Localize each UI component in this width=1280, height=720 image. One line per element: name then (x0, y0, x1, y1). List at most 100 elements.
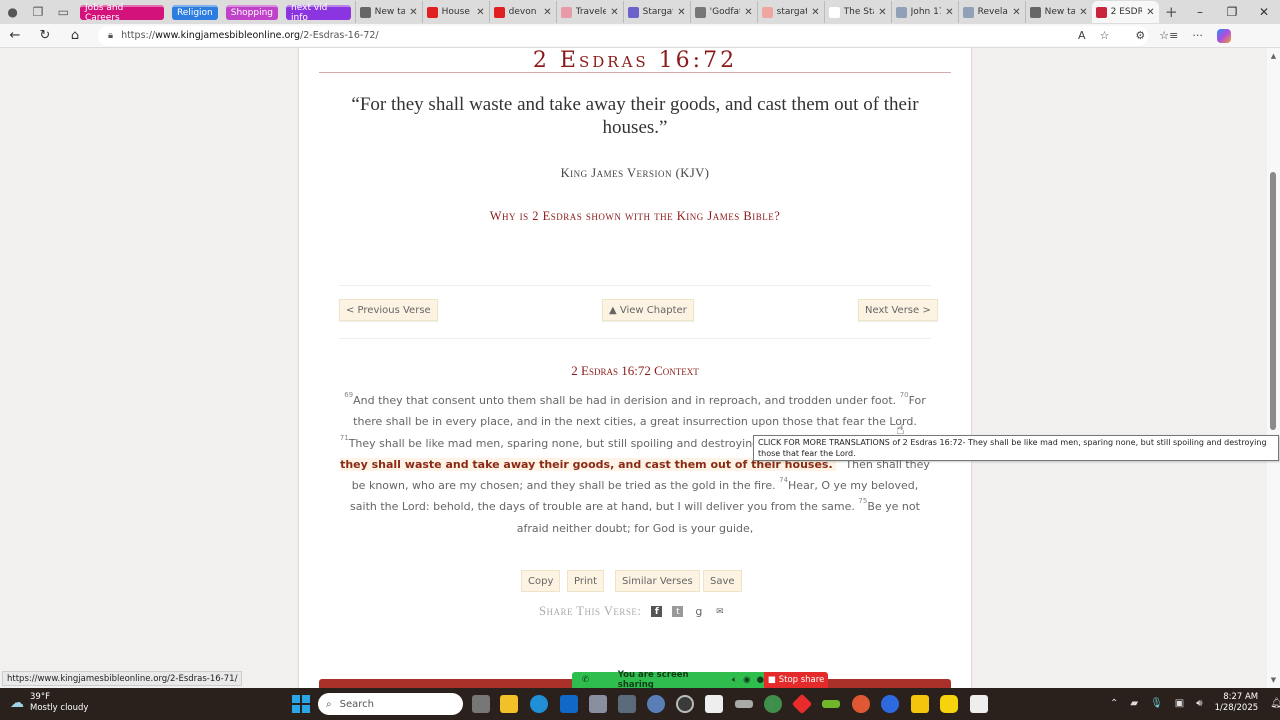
twitter-icon[interactable]: t (672, 606, 684, 617)
notepad-icon[interactable] (970, 695, 988, 713)
calculator-icon[interactable] (618, 695, 636, 713)
capcut-icon[interactable] (705, 695, 723, 713)
verse-number[interactable]: 75 (858, 497, 867, 505)
start-button[interactable] (292, 695, 310, 713)
device-icon[interactable] (735, 700, 753, 708)
scrollbar-thumb[interactable] (1270, 172, 1276, 430)
app-icon[interactable] (764, 695, 782, 713)
verse-number[interactable]: 70 (900, 391, 909, 399)
facebook-icon[interactable]: f (651, 606, 663, 617)
tab-group-jobs-and-careers[interactable]: Jobs and Careers (79, 3, 164, 23)
camera-icon[interactable] (589, 695, 607, 713)
previous-verse-button[interactable]: < Previous Verse (339, 299, 438, 321)
browser-tab[interactable]: The Sta✕ (823, 1, 891, 23)
close-tab-icon[interactable]: ✕ (945, 7, 953, 18)
next-verse-button[interactable]: Next Verse > (858, 299, 938, 321)
shield-icon[interactable]: ● (757, 675, 764, 685)
back-button[interactable]: ← (0, 28, 30, 43)
close-tab-icon[interactable]: ✕ (476, 7, 484, 18)
browser-tab[interactable]: New tab✕ (1024, 1, 1092, 23)
copy-button[interactable]: Copy (521, 570, 561, 592)
similar-verses-button[interactable]: Similar Verses (615, 570, 700, 592)
browser-tab[interactable]: Traveler✕ (555, 1, 623, 23)
close-tab-icon[interactable]: ✕ (409, 7, 417, 18)
tab-group-next-vid-info[interactable]: next vid info (286, 3, 351, 23)
outlook-icon[interactable] (560, 695, 578, 713)
copilot-icon[interactable] (1216, 28, 1231, 43)
close-tab-icon[interactable]: ✕ (1146, 7, 1154, 18)
close-tab-icon[interactable]: ✕ (811, 7, 819, 18)
zoom-icon[interactable] (881, 695, 899, 713)
restore-button[interactable]: ❐ (1216, 5, 1248, 19)
verse-number[interactable]: 69 (344, 391, 353, 399)
lock-icon[interactable]: 🔒︎ (108, 30, 113, 41)
context-verse[interactable]: 69And they that consent unto them shall … (344, 391, 899, 407)
browser-tab[interactable]: devon ✕ (488, 1, 556, 23)
tab-actions-icon[interactable]: ▭ (51, 1, 76, 23)
email-icon[interactable]: ✉ (714, 606, 725, 617)
tab-group-shopping[interactable]: Shopping (225, 4, 279, 20)
minimize-button[interactable]: – (1184, 5, 1216, 19)
close-tab-icon[interactable]: ✕ (744, 7, 752, 18)
todo-icon[interactable] (940, 695, 958, 713)
task-view-icon[interactable] (472, 695, 490, 713)
show-hidden-icons[interactable]: ⌃ (1110, 698, 1118, 709)
workspaces-icon[interactable]: ❐ (25, 1, 50, 23)
browser-tab[interactable]: Revelat ✕ (957, 1, 1025, 23)
stop-share-button[interactable]: ■ Stop share (764, 672, 828, 688)
why-esdras-link[interactable]: Why is 2 Esdras shown with the King Jame… (299, 209, 971, 224)
taskbar-search[interactable]: ⌕ Search (318, 693, 463, 715)
extensions-icon[interactable]: ⚙ (1135, 29, 1145, 42)
verse-number[interactable]: 74 (779, 476, 788, 484)
microphone-icon[interactable]: 🎙︎ (1150, 698, 1163, 709)
read-aloud-icon[interactable]: A (1078, 29, 1086, 42)
close-tab-icon[interactable]: ✕ (1012, 7, 1020, 18)
clock[interactable]: 8:27 AM 1/28/2025 (1215, 692, 1259, 714)
close-tab-icon[interactable]: ✕ (677, 7, 685, 18)
weather-widget[interactable]: ☁ 39°F Mostly cloudy (10, 692, 88, 714)
print-button[interactable]: Print (567, 570, 605, 592)
edge-icon[interactable] (530, 695, 548, 713)
close-tab-icon[interactable]: ✕ (610, 7, 618, 18)
save-button[interactable]: Save (703, 570, 742, 592)
new-tab-button[interactable]: + (1159, 1, 1184, 23)
app-diamond-icon[interactable] (791, 693, 813, 715)
browser-tab[interactable]: stargate✕ (756, 1, 824, 23)
favorites-icon[interactable]: ☆≡ (1159, 29, 1178, 42)
browser-tab[interactable]: New tab✕ (354, 1, 422, 23)
sticky-notes-icon[interactable] (911, 695, 929, 713)
more-menu-icon[interactable]: ··· (1192, 29, 1203, 42)
browser-tab[interactable]: 'Godfather✕ (689, 1, 757, 23)
settings-icon[interactable] (647, 695, 665, 713)
url-input[interactable]: 🔒︎ https://www.kingjamesbibleonline.org/… (98, 25, 1148, 46)
home-button[interactable]: ⌂ (60, 28, 90, 43)
audio-icon[interactable]: 🔈︎ (732, 675, 737, 685)
volume-icon[interactable]: 🔊︎ (1196, 698, 1202, 709)
close-tab-icon[interactable]: ✕ (1079, 7, 1087, 18)
network-icon[interactable]: ▣ (1175, 698, 1184, 709)
close-window-button[interactable]: ✕ (1248, 5, 1280, 19)
file-explorer-icon[interactable] (500, 695, 518, 713)
network-off-icon[interactable]: ▰ (1130, 698, 1138, 709)
duckduckgo-icon[interactable] (852, 695, 870, 713)
notifications-icon[interactable]: 🔔︎ (1270, 698, 1280, 709)
record-icon[interactable]: ◉ (743, 675, 750, 685)
tab-group-religion[interactable]: Religion (171, 4, 218, 20)
page-scrollbar[interactable]: ▲ ▼ (1267, 48, 1280, 688)
browser-tab[interactable]: 2 ESDRAS✕ (1091, 1, 1159, 23)
close-tab-icon[interactable]: ✕ (543, 7, 551, 18)
google-icon[interactable]: g (693, 605, 704, 618)
view-chapter-button[interactable]: ▲ View Chapter (602, 299, 694, 321)
browser-tab[interactable]: House ✕ (421, 1, 489, 23)
refresh-button[interactable]: ↻ (30, 28, 60, 43)
scroll-down-icon[interactable]: ▼ (1267, 676, 1280, 684)
obs-icon[interactable] (676, 695, 694, 713)
browser-tab[interactable]: John 17 ✕ (890, 1, 958, 23)
verse-number[interactable]: 71 (340, 434, 349, 442)
nvidia-icon[interactable] (822, 700, 840, 708)
browser-tab[interactable]: Stargate✕ (622, 1, 690, 23)
close-tab-icon[interactable]: ✕ (878, 7, 886, 18)
profile-icon[interactable]: ● (0, 1, 25, 23)
scroll-up-icon[interactable]: ▲ (1267, 52, 1280, 60)
favorite-star-icon[interactable]: ☆ (1100, 29, 1110, 42)
